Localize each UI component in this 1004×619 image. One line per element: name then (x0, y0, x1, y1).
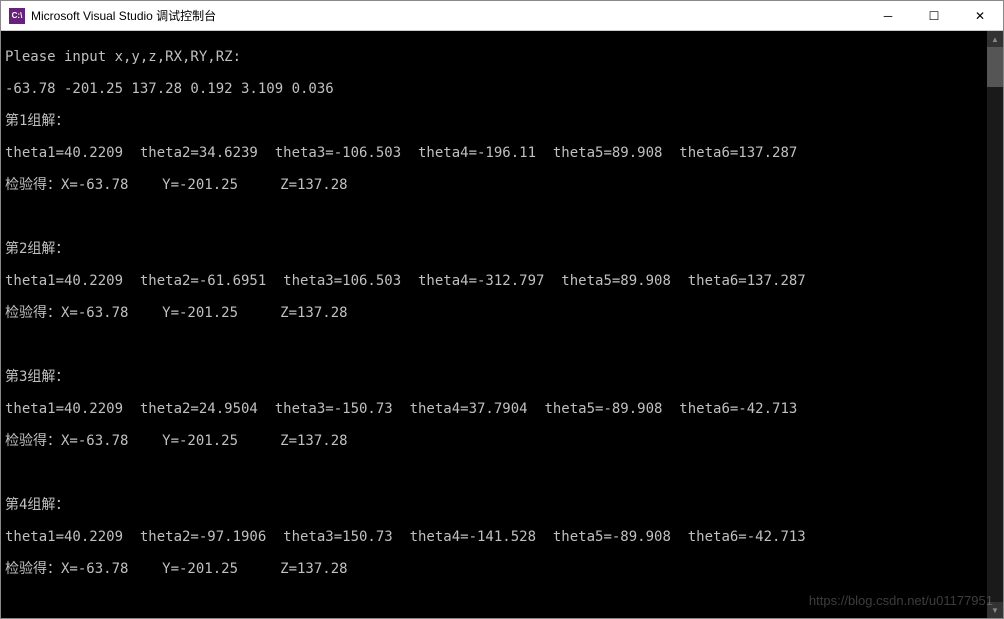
group1-check: 检验得：X=-63.78 Y=-201.25 Z=137.28 (5, 177, 999, 193)
group3-header: 第3组解： (5, 369, 999, 385)
scrollbar-vertical[interactable]: ▲ ▼ (987, 31, 1003, 618)
minimize-button[interactable]: ─ (865, 1, 911, 30)
window-controls: ─ ☐ ✕ (865, 1, 1003, 30)
close-button[interactable]: ✕ (957, 1, 1003, 30)
group4-header: 第4组解： (5, 497, 999, 513)
window-title: Microsoft Visual Studio 调试控制台 (31, 7, 865, 24)
console-area[interactable]: Please input x,y,z,RX,RY,RZ: -63.78 -201… (1, 31, 1003, 618)
scroll-thumb[interactable] (987, 47, 1003, 87)
titlebar[interactable]: C:\ Microsoft Visual Studio 调试控制台 ─ ☐ ✕ (1, 1, 1003, 31)
scroll-up-button[interactable]: ▲ (987, 31, 1003, 47)
console-line-prompt: Please input x,y,z,RX,RY,RZ: (5, 49, 999, 65)
maximize-button[interactable]: ☐ (911, 1, 957, 30)
group2-thetas: theta1=40.2209 theta2=-61.6951 theta3=10… (5, 273, 999, 289)
blank (5, 337, 999, 353)
group2-header: 第2组解： (5, 241, 999, 257)
console-output: Please input x,y,z,RX,RY,RZ: -63.78 -201… (1, 31, 1003, 618)
group1-header: 第1组解： (5, 113, 999, 129)
app-window: C:\ Microsoft Visual Studio 调试控制台 ─ ☐ ✕ … (0, 0, 1004, 619)
vs-icon: C:\ (9, 8, 25, 24)
group3-check: 检验得：X=-63.78 Y=-201.25 Z=137.28 (5, 433, 999, 449)
group4-thetas: theta1=40.2209 theta2=-97.1906 theta3=15… (5, 529, 999, 545)
blank (5, 209, 999, 225)
group3-thetas: theta1=40.2209 theta2=24.9504 theta3=-15… (5, 401, 999, 417)
blank (5, 465, 999, 481)
group2-check: 检验得：X=-63.78 Y=-201.25 Z=137.28 (5, 305, 999, 321)
group1-thetas: theta1=40.2209 theta2=34.6239 theta3=-10… (5, 145, 999, 161)
blank (5, 593, 999, 609)
group4-check: 检验得：X=-63.78 Y=-201.25 Z=137.28 (5, 561, 999, 577)
console-line-input: -63.78 -201.25 137.28 0.192 3.109 0.036 (5, 81, 999, 97)
scroll-down-button[interactable]: ▼ (987, 602, 1003, 618)
